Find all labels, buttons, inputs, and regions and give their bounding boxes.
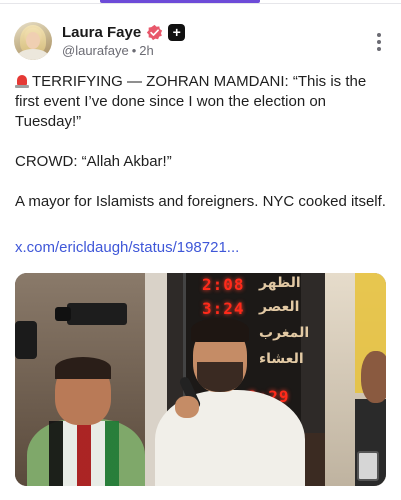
person-left — [27, 357, 145, 486]
arabic-label: الظهر — [259, 275, 301, 291]
led-time: 3:24 — [202, 299, 245, 318]
author-display-name[interactable]: Laura Faye — [62, 24, 141, 41]
arabic-label: العصر — [259, 299, 300, 315]
avatar[interactable] — [14, 22, 52, 60]
post-paragraph: A mayor for Islamists and foreigners. NY… — [15, 193, 386, 210]
post-paragraph: CROWD: “Allah Akbar!” — [15, 153, 172, 170]
more-options-button[interactable] — [369, 30, 389, 54]
person-speaker — [155, 318, 305, 486]
plus-badge-icon: + — [168, 23, 186, 41]
post-header: Laura Faye + @laurafaye • 2h — [14, 20, 389, 62]
verified-badge-icon — [147, 24, 163, 40]
video-camera — [67, 303, 127, 325]
author-handle[interactable]: @laurafaye — [62, 43, 129, 58]
rotating-light-icon — [15, 73, 29, 88]
post-timestamp[interactable]: 2h — [139, 43, 153, 58]
post-meta: @laurafaye • 2h — [62, 43, 154, 58]
led-time: 2:08 — [202, 275, 245, 294]
post-text: TERRIFYING — ZOHRAN MAMDANI: “This is th… — [15, 72, 387, 212]
post-paragraph: TERRIFYING — ZOHRAN MAMDANI: “This is th… — [15, 73, 367, 130]
vertical-ellipsis-icon — [377, 33, 381, 37]
divider — [0, 3, 401, 4]
post-link[interactable]: x.com/ericldaugh/status/198721... — [15, 238, 239, 258]
author-info: Laura Faye + @laurafaye • 2h — [62, 22, 186, 60]
post-video[interactable]: 2:08 3:24 8:29 الظهر العصر المغرب العشاء — [15, 273, 386, 486]
phone — [357, 451, 379, 481]
